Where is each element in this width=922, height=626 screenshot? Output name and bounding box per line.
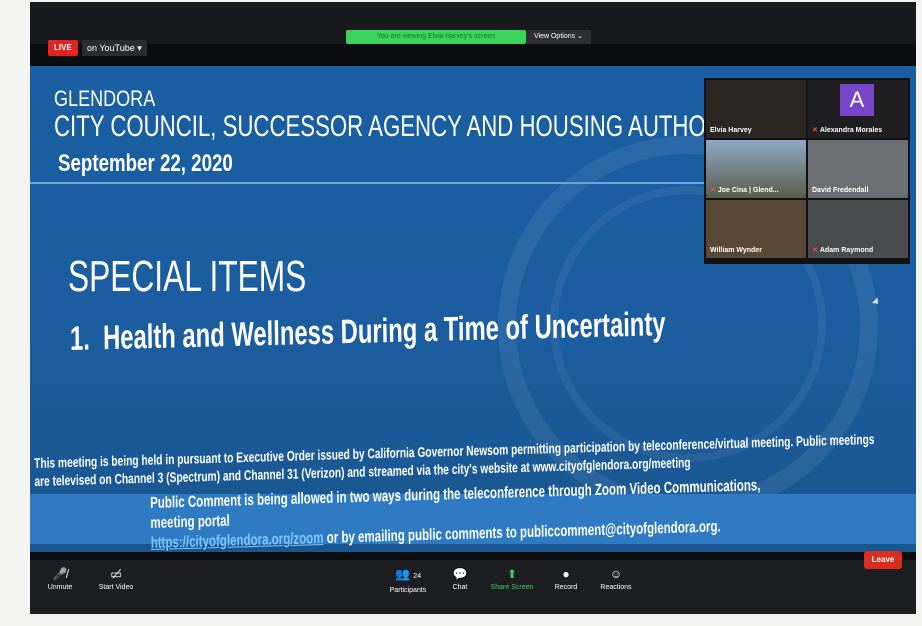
mic-muted-icon: 🎤̸ xyxy=(52,567,68,581)
participants-button[interactable]: 👥 24 Participants xyxy=(378,566,438,594)
video-tile[interactable]: ✕ Joe Cina | Glend... xyxy=(706,140,806,198)
view-options-label: View Options xyxy=(534,33,576,40)
stream-label: on YouTube xyxy=(87,43,135,53)
avatar: A xyxy=(840,84,874,116)
camera-off-icon: ▭̸ xyxy=(110,567,122,581)
slide-date: September 22, 2020 xyxy=(58,150,233,177)
chevron-down-icon: ⌄ xyxy=(577,33,583,40)
share-screen-icon: ⬆ xyxy=(506,567,518,581)
slide-city-name: GLENDORA xyxy=(54,86,156,111)
view-options-button[interactable]: View Options ⌄ xyxy=(526,30,591,44)
muted-mic-icon: ✕ xyxy=(710,187,716,194)
agenda-item-number: 1. xyxy=(69,319,91,358)
zoom-link[interactable]: https://cityofglendora.org/zoom xyxy=(151,530,324,552)
video-tile[interactable]: Elvia Harvey xyxy=(706,80,806,138)
chevron-down-icon: ▾ xyxy=(137,43,142,53)
unmute-button[interactable]: 🎤̸ Unmute xyxy=(30,566,90,591)
muted-mic-icon: ✕ xyxy=(812,247,818,254)
video-tile[interactable]: William Wynder xyxy=(706,200,806,258)
reactions-icon: ☺ xyxy=(609,567,623,581)
live-badge: LIVE xyxy=(48,40,78,56)
start-video-button[interactable]: ▭̸ Start Video xyxy=(86,566,146,591)
leave-button[interactable]: Leave xyxy=(864,551,902,569)
video-tile[interactable]: ✕ Adam Raymond xyxy=(808,200,908,258)
slide-divider xyxy=(30,182,730,184)
participants-icon: 👥 24 xyxy=(394,567,422,581)
video-tile[interactable]: A ✕ Alexandra Morales xyxy=(808,80,908,138)
chat-icon: 💬 xyxy=(452,567,468,581)
viewing-banner: You are viewing Elvia Harvey's screen xyxy=(346,30,526,44)
reactions-button[interactable]: ☺ Reactions xyxy=(586,566,646,591)
muted-mic-icon: ✕ xyxy=(812,127,818,134)
zoom-window: LIVE on YouTube ▾ You are viewing Elvia … xyxy=(30,2,916,614)
slide-council-title: CITY COUNCIL, SUCCESSOR AGENCY AND HOUSI… xyxy=(54,110,757,143)
participant-gallery: Elvia Harvey A ✕ Alexandra Morales ✕ Joe Ci… xyxy=(704,78,910,264)
share-screen-button[interactable]: ⬆ Share Screen xyxy=(482,566,542,591)
slide-section-title: SPECIAL ITEMS xyxy=(68,252,307,301)
video-tile[interactable]: David Fredendall xyxy=(808,140,908,198)
meeting-controls: 🎤̸ Unmute ▭̸ Start Video 👥 24 Participants … xyxy=(30,560,916,614)
chat-button[interactable]: 💬 Chat xyxy=(430,566,490,591)
youtube-stream-dropdown[interactable]: on YouTube ▾ xyxy=(82,40,147,56)
